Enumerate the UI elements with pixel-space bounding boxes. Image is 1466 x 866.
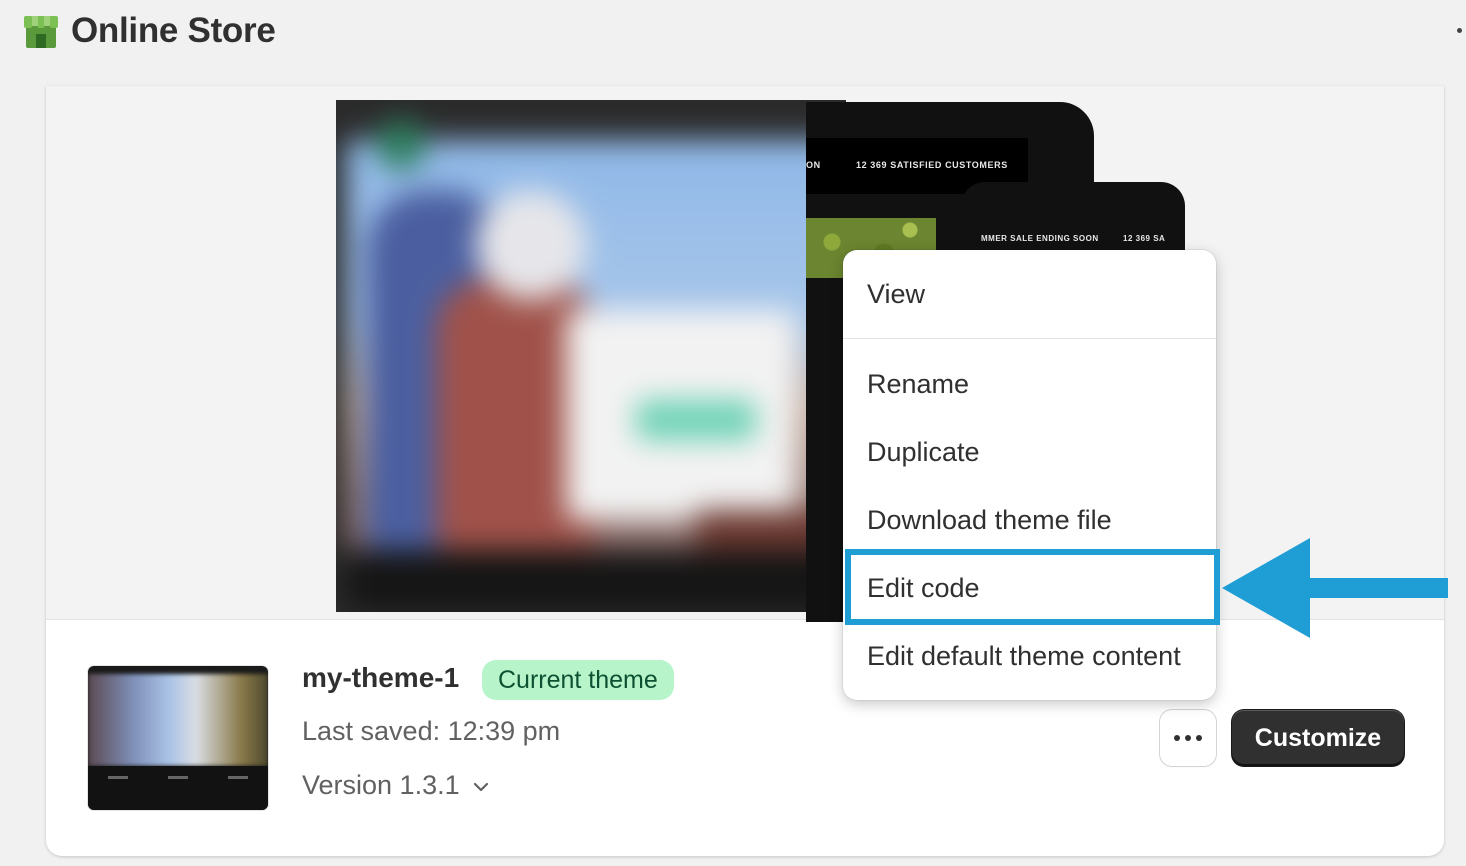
theme-actions-menu: View Rename Duplicate Download theme fil…	[843, 250, 1216, 700]
last-saved-text: Last saved: 12:39 pm	[302, 716, 561, 746]
more-dot-icon[interactable]	[1457, 28, 1462, 33]
menu-item-download-theme-file[interactable]: Download theme file	[843, 490, 1216, 550]
version-selector[interactable]: Version 1.3.1	[302, 770, 460, 801]
menu-item-view[interactable]: View	[843, 264, 1216, 324]
customize-button[interactable]: Customize	[1232, 710, 1404, 766]
chevron-down-icon[interactable]	[470, 776, 492, 798]
phone-caption-right: 12 369 SA	[1123, 234, 1166, 243]
edit-code-highlight	[845, 549, 1220, 625]
more-actions-button[interactable]	[1160, 710, 1216, 766]
theme-thumbnail	[88, 666, 268, 810]
tablet-caption-left: ON	[806, 160, 821, 170]
menu-item-duplicate[interactable]: Duplicate	[843, 422, 1216, 482]
ellipsis-icon	[1174, 735, 1202, 741]
phone-caption: MMER SALE ENDING SOON	[981, 234, 1099, 243]
menu-item-rename[interactable]: Rename	[843, 354, 1216, 414]
page-title: Online Store	[71, 11, 276, 50]
current-theme-badge: Current theme	[482, 660, 674, 700]
tablet-caption: 12 369 SATISFIED CUSTOMERS	[856, 160, 1008, 170]
desktop-preview-image	[336, 100, 846, 612]
menu-item-edit-default-theme-content[interactable]: Edit default theme content	[843, 626, 1216, 686]
theme-name: my-theme-1	[302, 662, 460, 693]
pointer-arrow-icon	[1222, 538, 1448, 638]
menu-divider	[843, 338, 1216, 339]
top-bar: Online Store	[0, 0, 1466, 86]
storefront-icon	[24, 16, 58, 48]
theme-card: ON 12 369 SATISFIED CUSTOMERS MMER SALE …	[46, 86, 1444, 856]
